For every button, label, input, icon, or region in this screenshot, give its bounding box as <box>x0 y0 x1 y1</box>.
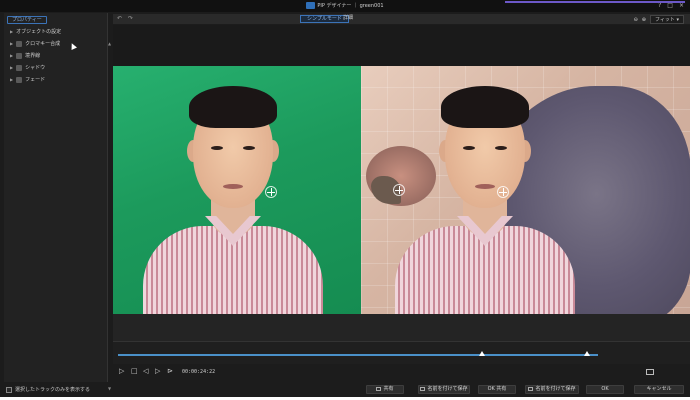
sidebar-item-label: シャドウ <box>25 65 46 71</box>
properties-panel: プロパティー ▶ オブジェクトの設定 ▶ クロマキー合成 ▶ 境界線 ▶ シャド… <box>4 13 111 391</box>
dialog-footer: 共有 名前を付けて保存 OK 共有 名前を付けて保存 OK キャンセル <box>113 384 690 396</box>
mouse-cursor-icon <box>69 42 77 50</box>
preview-top-margin <box>113 25 690 66</box>
composited-preview[interactable] <box>361 66 690 314</box>
play-icon[interactable]: ▷ <box>119 367 124 375</box>
save-as-label: 名前を付けて保存 <box>535 386 576 392</box>
position-target-icon[interactable] <box>497 186 509 198</box>
keyframe-handle[interactable] <box>584 351 590 356</box>
enable-checkbox[interactable] <box>16 53 23 59</box>
maximize-button[interactable]: □ <box>667 2 673 9</box>
timeline-scrubber[interactable] <box>118 354 598 356</box>
preview-toolbar: ↶ ↷ シンプルモード 詳細 ⊖ ⊕ フィット ▾ <box>113 14 690 24</box>
eye-shape <box>463 146 475 150</box>
enable-checkbox[interactable] <box>16 41 23 47</box>
app-logo-icon <box>306 2 316 9</box>
zoom-value: フィット <box>654 17 675 23</box>
position-target-icon[interactable] <box>393 184 405 196</box>
help-button[interactable]: ? <box>658 2 661 9</box>
nav-buttons: ↶ ↷ <box>117 15 133 22</box>
save-icon <box>528 386 534 391</box>
original-preview[interactable] <box>113 66 361 314</box>
window-title: PIP デザイナー ｜ green001 <box>0 2 690 9</box>
redo-icon[interactable]: ↷ <box>128 15 133 22</box>
cancel-label: キャンセル <box>646 386 672 392</box>
mouth-shape <box>475 184 495 189</box>
scroll-down-arrow-icon[interactable]: ▼ <box>108 386 111 391</box>
sidebar-item-label: フェード <box>25 77 46 83</box>
save-as-label: 名前を付けて保存 <box>427 386 468 392</box>
expand-arrow-icon[interactable]: ▶ <box>10 28 13 36</box>
window-controls: ? □ × <box>658 2 684 9</box>
background-window-accent <box>505 1 685 3</box>
sidebar-item-label: 境界線 <box>25 53 41 59</box>
previous-frame-icon[interactable]: ◁ <box>143 367 148 375</box>
mouth-shape <box>223 184 243 189</box>
expand-arrow-icon[interactable]: ▶ <box>10 52 13 60</box>
eye-shape <box>211 146 223 150</box>
close-button[interactable]: × <box>679 2 684 9</box>
scroll-up-arrow-icon[interactable]: ▲ <box>108 41 111 46</box>
sidebar-item-label: オブジェクトの設定 <box>16 29 62 35</box>
sidebar-item-border[interactable]: ▶ 境界線 <box>10 52 40 60</box>
only-selected-track-label: 選択したトラックのみを表示する <box>15 387 91 393</box>
tab-detail-mode[interactable]: 詳細 <box>337 15 359 23</box>
undo-icon[interactable]: ↶ <box>117 15 122 22</box>
ok-label: OK <box>601 386 609 392</box>
timeline-panel <box>113 314 690 364</box>
only-selected-track-checkbox[interactable] <box>6 386 12 393</box>
share-icon <box>376 386 382 391</box>
tab-properties[interactable]: プロパティー <box>7 16 47 24</box>
ok-share-label: OK 共有 <box>487 386 507 392</box>
expand-arrow-icon[interactable]: ▶ <box>10 40 13 48</box>
presenter-figure <box>375 66 595 314</box>
window-title-text: PIP デザイナー ｜ green001 <box>317 3 384 9</box>
next-frame-icon[interactable]: ▷ <box>155 367 160 375</box>
enable-checkbox[interactable] <box>16 65 23 71</box>
share-label: 共有 <box>383 386 394 392</box>
save-icon <box>420 386 426 391</box>
monitor-icon[interactable] <box>646 369 654 375</box>
share-button[interactable]: 共有 <box>366 385 404 394</box>
hair-shape <box>189 86 277 128</box>
zoom-in-icon[interactable]: ⊕ <box>642 17 646 23</box>
zoom-select[interactable]: フィット ▾ <box>649 15 684 24</box>
only-selected-track-option[interactable]: 選択したトラックのみを表示する <box>6 386 90 393</box>
zoom-controls: ⊖ ⊕ フィット ▾ <box>634 15 684 24</box>
sidebar-item-object-settings[interactable]: ▶ オブジェクトの設定 <box>10 28 61 36</box>
save-as-button-secondary[interactable]: 名前を付けて保存 <box>525 385 579 394</box>
timeline-track-area[interactable] <box>113 314 690 342</box>
ok-button[interactable]: OK <box>586 385 624 394</box>
eye-shape <box>243 146 255 150</box>
pip-designer-window: PIP デザイナー ｜ green001 ? □ × プロパティー ▶ オブジェ… <box>0 0 690 397</box>
expand-arrow-icon[interactable]: ▶ <box>10 64 13 72</box>
hair-shape <box>441 86 529 128</box>
sidebar-item-shadow[interactable]: ▶ シャドウ <box>10 64 45 72</box>
presenter-figure <box>123 66 343 314</box>
zoom-out-icon[interactable]: ⊖ <box>634 17 638 23</box>
ok-share-button[interactable]: OK 共有 <box>478 385 516 394</box>
playback-controls: ▷ □ ◁ ▷ ⊳ 00:00:24:22 <box>113 364 690 380</box>
position-target-icon[interactable] <box>265 186 277 198</box>
sidebar-item-label: クロマキー合成 <box>25 41 61 47</box>
save-as-button[interactable]: 名前を付けて保存 <box>418 385 470 394</box>
expand-arrow-icon[interactable]: ▶ <box>10 76 13 84</box>
cancel-button[interactable]: キャンセル <box>634 385 684 394</box>
stop-icon[interactable]: □ <box>131 367 138 375</box>
enable-checkbox[interactable] <box>16 77 23 83</box>
keyframe-handle[interactable] <box>479 351 485 356</box>
timecode-display: 00:00:24:22 <box>182 369 216 375</box>
sidebar-item-chroma-key[interactable]: ▶ クロマキー合成 <box>10 40 60 48</box>
eye-shape <box>495 146 507 150</box>
fast-forward-icon[interactable]: ⊳ <box>167 367 173 375</box>
sidebar-item-fade[interactable]: ▶ フェード <box>10 76 45 84</box>
